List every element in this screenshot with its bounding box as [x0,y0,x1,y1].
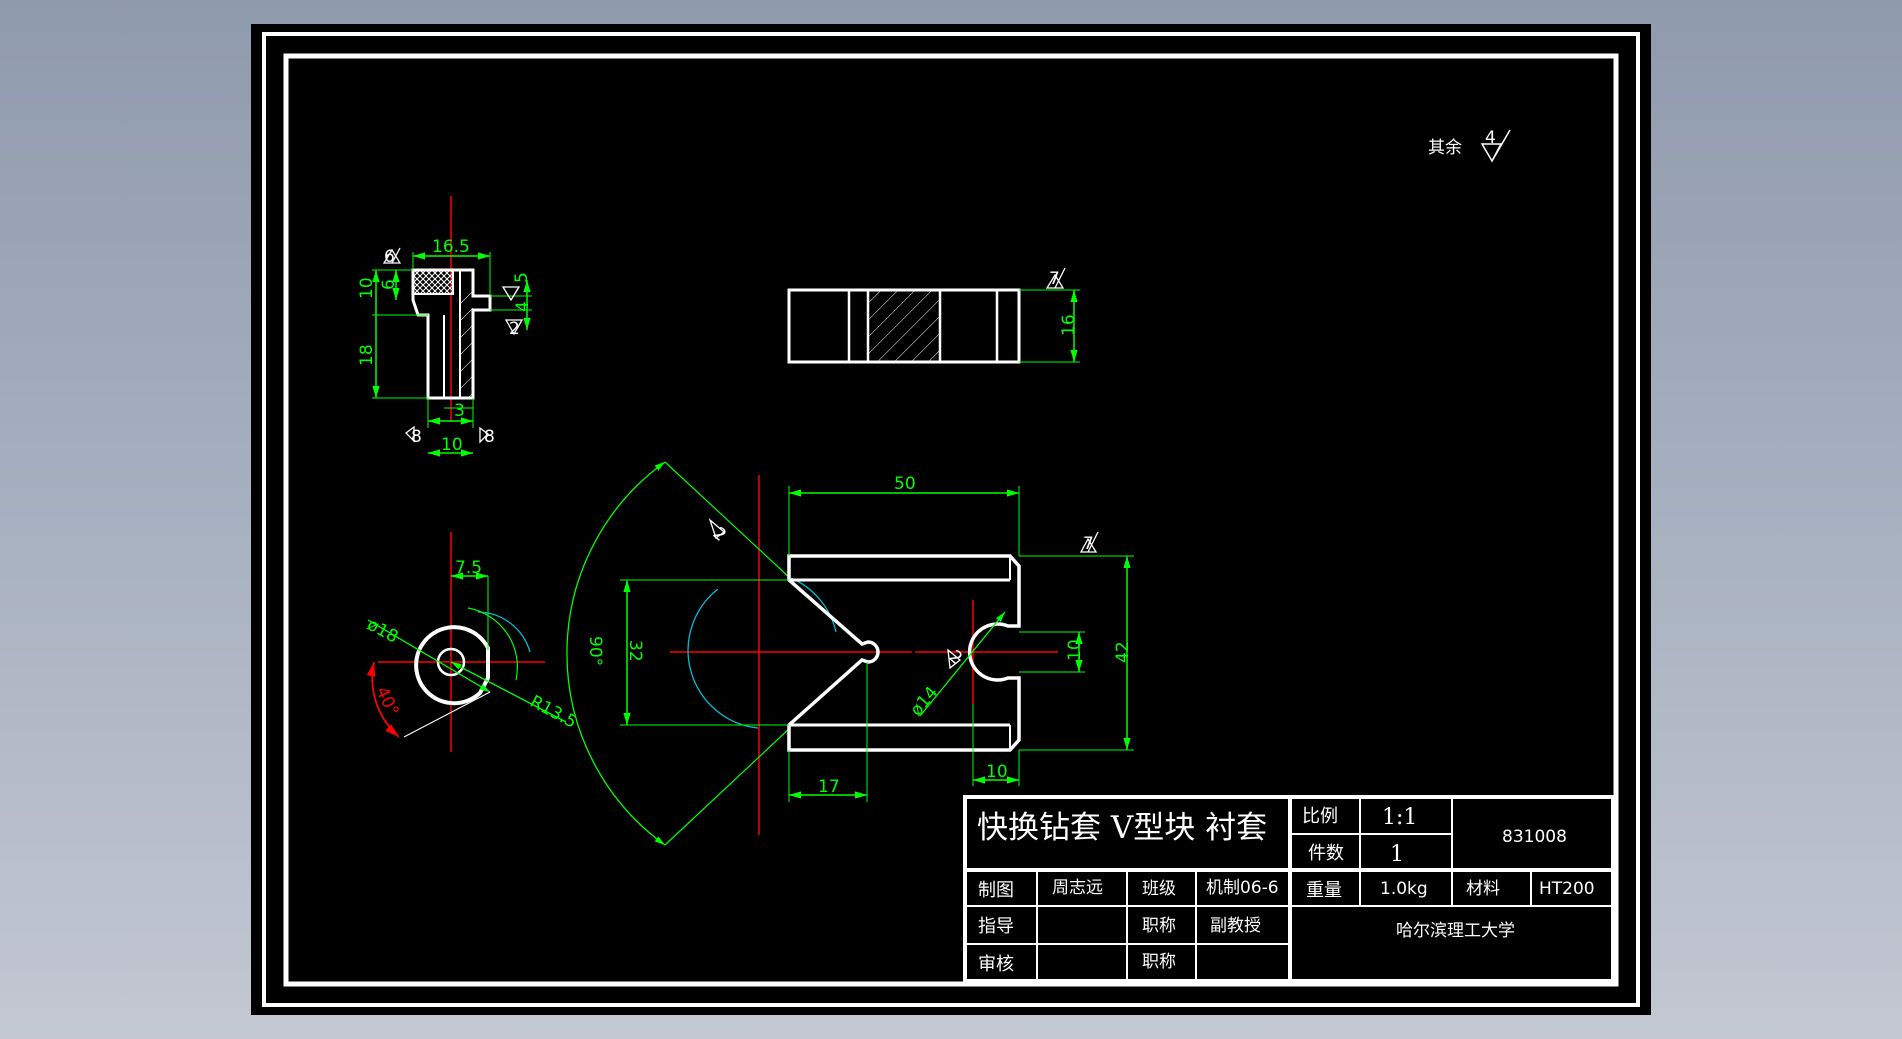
title-label-review: 职称 [1142,952,1176,972]
bushing-dim-bottom-inner: 3 [454,401,465,421]
bushing-dim-top: 16.5 [432,237,470,257]
class-label: 班级 [1142,879,1176,899]
bushing-roughness-bottom-left: 8 [411,427,422,447]
bushing-roughness-mid: 2 [509,319,520,339]
material-label: 材料 [1466,879,1500,899]
bushing-hatched-wall [460,292,473,398]
title-label-guide: 职称 [1142,916,1176,936]
rest-roughness-value: 4 [1485,128,1496,148]
drawing-number: 831008 [1502,827,1567,847]
cad-drawing: 其余 4 16.5 10 6 18 5 4 3 10 6 2 8 8 16 7 … [251,24,1651,1015]
material-value: HT200 [1539,879,1595,899]
bushing-dim-right-upper: 5 [512,272,532,283]
drawing-title: 快换钻套 V型块 衬套 [977,810,1267,846]
class-value: 机制06-6 [1206,878,1279,898]
rest-note-label: 其余 [1428,138,1462,158]
main-dim-arc: 90° [585,636,605,666]
drawing-sheet [251,24,1651,1015]
scale-label: 比例 [1302,806,1338,827]
main-dim-bottom-right: 10 [986,762,1008,782]
school-name: 哈尔滨理工大学 [1396,921,1515,941]
bushing-knurled-head [412,269,454,295]
scale-value: 1:1 [1382,805,1417,830]
guide-title: 副教授 [1210,916,1261,936]
weight-label: 重量 [1306,880,1342,901]
main-dim-width: 50 [894,474,916,494]
bushing-dim-left-outer: 10 [357,277,377,299]
bushing-dim-bottom: 10 [441,435,463,455]
weight-value: 1.0kg [1380,879,1428,899]
main-roughness-top: 7 [1083,534,1094,554]
side-view-hatch [868,290,940,362]
drawing-viewport[interactable]: 其余 4 16.5 10 6 18 5 4 3 10 6 2 8 8 16 7 … [0,0,1902,1039]
main-dim-slot: 10 [1065,639,1085,661]
main-dim-vopen: 32 [625,640,645,662]
bushing-roughness-bottom-right: 8 [484,427,495,447]
guide-label: 指导 [978,916,1014,937]
circle-dim-width: 7.5 [455,558,482,578]
quantity-label: 件数 [1308,843,1344,864]
side-view-roughness: 7 [1049,269,1060,289]
quantity-value: 1 [1390,842,1404,867]
drawn-label: 制图 [978,880,1014,901]
bushing-dim-left-inner: 6 [379,279,399,290]
bushing-roughness-top: 6 [384,247,395,267]
review-label: 审核 [978,954,1014,975]
main-dim-bottom-left: 17 [818,777,840,797]
drawn-name: 周志远 [1052,878,1103,898]
side-view-dim-height: 16 [1059,314,1079,336]
main-dim-height: 42 [1113,641,1133,663]
bushing-dim-height: 18 [357,344,377,366]
bushing-dim-right-lower: 4 [513,301,533,312]
